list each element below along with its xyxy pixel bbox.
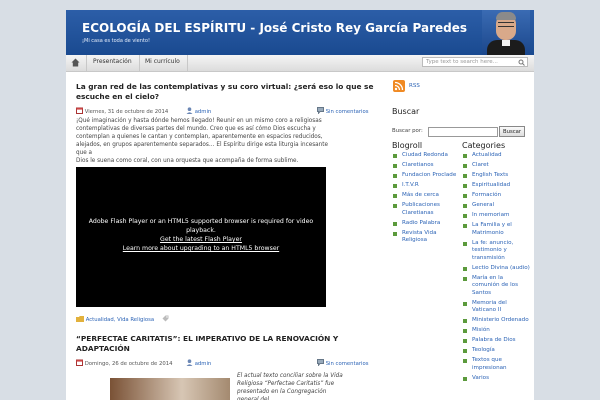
excerpt-line: contemplan a quienes le cantan y contemp…	[76, 134, 323, 140]
excerpt-line: contemplativas de diversas partes del mu…	[76, 126, 316, 132]
author-photo	[482, 10, 530, 55]
post-title[interactable]: La gran red de las contemplativas y su c…	[76, 82, 376, 102]
video-message: Adobe Flash Player or an HTML5 supported…	[76, 217, 326, 253]
category-item[interactable]: Claret	[462, 162, 530, 170]
nav-divider	[139, 55, 140, 71]
post-meta: Domingo, 26 de octubre de 2014	[76, 359, 172, 367]
blogroll-item[interactable]: Radio Palabra	[392, 220, 458, 228]
nav-item-presentacion[interactable]: Presentación	[93, 58, 132, 65]
excerpt-line: Dios le suena como coral, con una orques…	[76, 158, 299, 164]
post-title-line: La gran red de las contemplativas y su c…	[76, 82, 374, 91]
blogroll-item[interactable]: Ciudad Redonda	[392, 152, 458, 160]
category-item[interactable]: Formación	[462, 192, 530, 200]
post-title[interactable]: “PERFECTAE CARITATIS”: EL IMPERATIVO DE …	[76, 334, 376, 354]
rss-icon[interactable]	[393, 80, 405, 92]
category-item[interactable]: Actualidad	[462, 152, 530, 160]
excerpt-line: alejados, en grupos aparentemente separa…	[76, 142, 328, 156]
home-icon	[71, 58, 80, 67]
post-date: Domingo, 26 de octubre de 2014	[84, 361, 173, 367]
category-item[interactable]: Lectio Divina (audio)	[462, 265, 530, 273]
site-tagline: ¡Mi casa es toda de viento!	[82, 38, 150, 44]
post-excerpt: ¡Qué imaginación y hasta dónde hemos lle…	[76, 117, 336, 165]
nav-divider	[187, 55, 188, 71]
comments-link[interactable]: Sin comentarios	[326, 109, 369, 115]
user-icon	[186, 359, 193, 366]
category-item[interactable]: Memoria del Vaticano II	[462, 300, 530, 315]
home-button[interactable]	[66, 55, 87, 71]
calendar-icon	[76, 107, 83, 114]
html5-upgrade-link[interactable]: Learn more about upgrading to an HTML5 b…	[76, 244, 326, 253]
category-item[interactable]: Espiritualidad	[462, 182, 530, 190]
category-item[interactable]: Teología	[462, 347, 530, 355]
category-item[interactable]: La Familia y el Matrimonio	[462, 222, 530, 237]
excerpt-line: ¡Qué imaginación y hasta dónde hemos lle…	[76, 118, 322, 124]
category-item[interactable]: Palabra de Dios	[462, 337, 530, 345]
categories-heading: Categories	[462, 141, 506, 150]
post-title-line: “PERFECTAE CARITATIS”: EL IMPERATIVO DE …	[76, 334, 339, 343]
blogroll-item[interactable]: Revista Vida Religiosa	[392, 230, 458, 245]
user-icon	[186, 107, 193, 114]
excerpt-line: presentado en la Congregación general de…	[237, 389, 327, 400]
blogroll-list: Ciudad Redonda Claretianos Fundacion Pro…	[392, 152, 458, 247]
post-categories: Actualidad, Vida Religiosa	[76, 315, 169, 323]
flash-player-link[interactable]: Get the latest Flash Player	[76, 235, 326, 244]
page: ECOLOGÍA DEL ESPÍRITU - José Cristo Rey …	[66, 10, 534, 400]
category-item[interactable]: Textos que impresionan	[462, 357, 530, 372]
video-message-line: Adobe Flash Player or an HTML5 supported…	[88, 218, 314, 225]
post-title-line: escuche en el cielo?	[76, 92, 160, 101]
sidebar-search-input[interactable]	[428, 127, 498, 137]
excerpt-line: El actual texto conciliar sobre la Vida	[237, 373, 343, 379]
category-item[interactable]: In memoriam	[462, 212, 530, 220]
post-thumbnail	[110, 378, 230, 400]
nav-item-curriculo[interactable]: Mi currículo	[145, 58, 180, 65]
post-title-line: ADAPTACIÓN	[76, 344, 130, 353]
category-links[interactable]: Actualidad, Vida Religiosa	[86, 317, 154, 323]
video-message-line: playback.	[186, 227, 216, 234]
author-link[interactable]: admin	[195, 109, 212, 115]
comments-link[interactable]: Sin comentarios	[326, 361, 369, 367]
category-item[interactable]: Misión	[462, 327, 530, 335]
calendar-icon	[76, 359, 83, 366]
blogroll-heading: Blogroll	[392, 141, 423, 150]
tag-icon	[162, 315, 169, 322]
blogroll-item[interactable]: Publicaciones Claretianas	[392, 202, 458, 217]
blogroll-item[interactable]: Más de cerca	[392, 192, 458, 200]
post-author: admin	[186, 359, 211, 367]
blogroll-item[interactable]: I.T.V.R	[392, 182, 458, 190]
category-item[interactable]: General	[462, 202, 530, 210]
post-excerpt: El actual texto conciliar sobre la Vida …	[237, 372, 347, 400]
search-input[interactable]: Type text to search here...	[422, 57, 528, 67]
post-comments: Sin comentarios	[317, 107, 368, 115]
search-heading: Buscar	[392, 107, 420, 116]
category-item[interactable]: Varios	[462, 375, 530, 383]
category-item[interactable]: La fe: anuncio, testimonio y transmisión	[462, 240, 530, 263]
search-button[interactable]: Buscar	[499, 126, 525, 137]
categories-list: Actualidad Claret English Texts Espiritu…	[462, 152, 530, 385]
category-item[interactable]: Ministerio Ordenado	[462, 317, 530, 325]
search-icon[interactable]	[518, 59, 525, 66]
post-meta: Viernes, 31 de octubre de 2014	[76, 107, 168, 115]
search-label: Buscar por:	[392, 128, 423, 134]
post-comments: Sin comentarios	[317, 359, 368, 367]
author-link[interactable]: admin	[195, 361, 212, 367]
site-title[interactable]: ECOLOGÍA DEL ESPÍRITU - José Cristo Rey …	[82, 21, 467, 35]
video-player[interactable]: Adobe Flash Player or an HTML5 supported…	[76, 167, 326, 307]
blogroll-item[interactable]: Claretianos	[392, 162, 458, 170]
rss-link[interactable]: RSS	[409, 83, 420, 89]
category-item[interactable]: English Texts	[462, 172, 530, 180]
excerpt-line: Religiosa “Perfectae Caritatis” fue	[237, 381, 335, 387]
post-date: Viernes, 31 de octubre de 2014	[84, 109, 169, 115]
category-item[interactable]: María en la comunión de los Santos	[462, 275, 530, 298]
site-header: ECOLOGÍA DEL ESPÍRITU - José Cristo Rey …	[66, 10, 534, 55]
folder-icon	[76, 316, 84, 322]
blogroll-item[interactable]: Fundacion Proclade	[392, 172, 458, 180]
comment-icon	[317, 359, 324, 367]
search-placeholder: Type text to search here...	[426, 59, 498, 65]
main-nav: Presentación Mi currículo Type text to s…	[66, 55, 534, 72]
comment-icon	[317, 107, 324, 115]
post-author: admin	[186, 107, 211, 115]
